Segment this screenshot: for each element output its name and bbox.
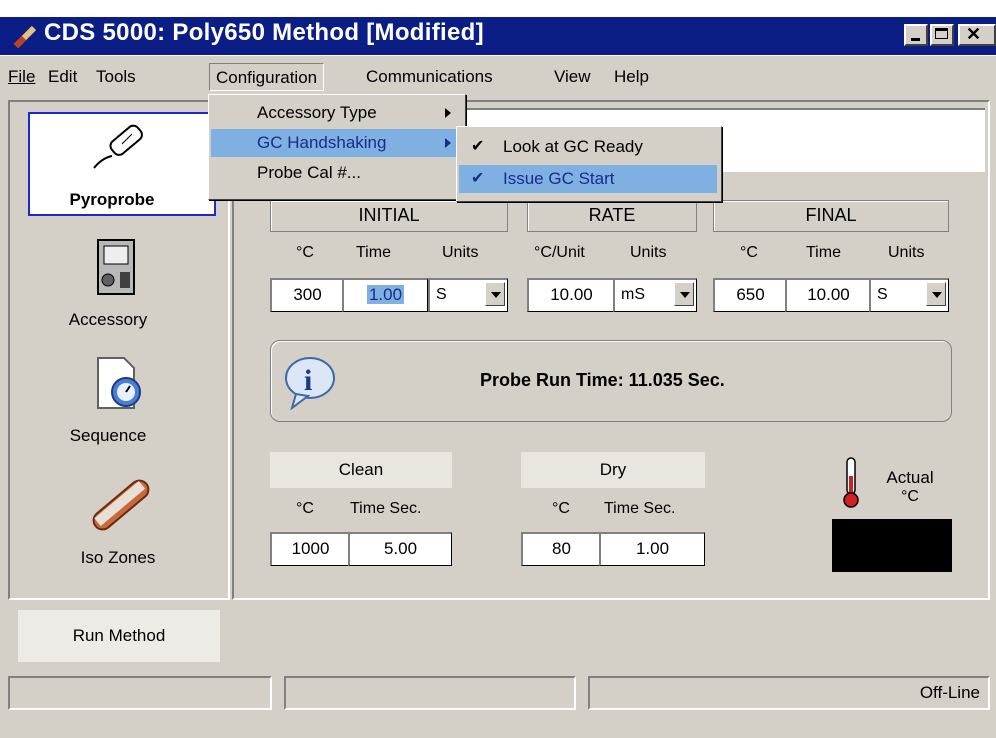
menu-configuration[interactable]: Configuration [209,63,325,91]
rate-cunit-label: °C/Unit [534,244,585,261]
pyroprobe-icon [93,124,143,169]
accessory-icon [97,239,135,295]
nav-label-accessory[interactable]: Accessory [8,310,208,330]
status-pane-connection: Off-Line [588,676,990,710]
window-title: CDS 5000: Poly650 Method [Modified] [44,19,484,46]
final-units-label: Units [888,244,925,261]
menu-item-gc-handshaking[interactable]: GC Handshaking [211,129,461,157]
nav-label-pyroprobe: Pyroprobe [69,190,155,209]
svg-text:i: i [304,364,312,397]
probe-run-time-text: Probe Run Time: 11.035 Sec. [480,370,725,390]
actual-unit-label: °C [901,488,919,505]
menu-item-probe-cal[interactable]: Probe Cal #... [211,159,461,187]
rate-units-value: mS [621,286,645,303]
initial-units-select[interactable]: S [428,278,508,312]
final-time-field[interactable]: 10.00 [785,278,871,312]
initial-time-value: 1.00 [366,285,405,304]
rate-value-field[interactable]: 10.00 [527,278,615,312]
run-method-button[interactable]: Run Method [18,610,220,662]
clean-header: Clean [270,452,452,488]
menu-tools[interactable]: Tools [90,63,142,91]
menu-help[interactable]: Help [608,63,655,91]
checkmark-icon: ✔ [471,170,485,187]
initial-units-dropdown-arrow[interactable] [485,282,505,306]
final-time-label: Time [806,244,841,261]
dry-temp-field[interactable]: 80 [521,532,601,566]
app-probe-icon [13,25,37,49]
final-units-dropdown-arrow[interactable] [926,282,946,306]
initial-units-value: S [436,286,447,303]
status-offline-text: Off-Line [919,683,980,702]
section-rate: RATE [527,200,697,232]
rate-units-dropdown-arrow[interactable] [674,282,694,306]
configuration-menu: Accessory Type GC Handshaking Probe Cal … [208,94,466,200]
dry-header: Dry [521,452,705,488]
menu-file[interactable]: File [2,63,41,91]
menu-view[interactable]: View [548,63,597,91]
nav-label-sequence[interactable]: Sequence [8,426,208,446]
iso-zones-icon [92,479,150,531]
initial-time-label: Time [356,244,391,261]
initial-temp-field[interactable]: 300 [270,278,344,312]
rate-units-label: Units [630,244,667,261]
final-units-select[interactable]: S [869,278,949,312]
initial-units-label: Units [442,244,479,261]
clean-time-label: Time Sec. [350,500,422,517]
submenu-arrow-icon [445,138,451,148]
actual-label: Actual [886,468,934,487]
maximize-button[interactable] [930,24,954,46]
clean-temp-label: °C [296,500,314,517]
menu-item-accessory-type[interactable]: Accessory Type [211,99,461,127]
dry-time-label: Time Sec. [604,500,676,517]
section-final: FINAL [713,200,949,232]
menu-item-look-at-gc-ready[interactable]: ✔ Look at GC Ready [459,133,717,161]
close-icon: ✕ [966,24,982,44]
clean-time-field[interactable]: 5.00 [348,532,452,566]
initial-temp-label: °C [296,244,314,261]
menu-communications[interactable]: Communications [360,63,499,91]
menu-item-issue-gc-start[interactable]: ✔ Issue GC Start [459,165,717,193]
dry-temp-label: °C [552,500,570,517]
actual-temp-display [832,519,952,572]
minimize-button[interactable] [904,24,928,46]
clean-temp-field[interactable]: 1000 [270,532,350,566]
status-pane-2 [284,676,576,710]
section-initial: INITIAL [270,200,508,232]
run-method-label: Run Method [72,626,166,645]
sequence-icon [97,357,141,409]
status-pane-1 [8,676,272,710]
checkmark-icon: ✔ [471,138,485,155]
menu-edit[interactable]: Edit [42,63,83,91]
initial-time-field[interactable]: 1.00 [342,278,428,312]
close-button[interactable]: ✕ [958,24,996,46]
final-temp-label: °C [740,244,758,261]
thermometer-icon [843,457,859,508]
nav-label-iso-zones[interactable]: Iso Zones [18,548,218,568]
final-units-value: S [877,286,888,303]
submenu-arrow-icon [445,108,451,118]
info-icon: i [285,357,335,410]
rate-units-select[interactable]: mS [613,278,697,312]
dry-time-field[interactable]: 1.00 [599,532,705,566]
gc-handshaking-submenu: ✔ Look at GC Ready ✔ Issue GC Start [456,126,722,202]
final-temp-field[interactable]: 650 [713,278,787,312]
